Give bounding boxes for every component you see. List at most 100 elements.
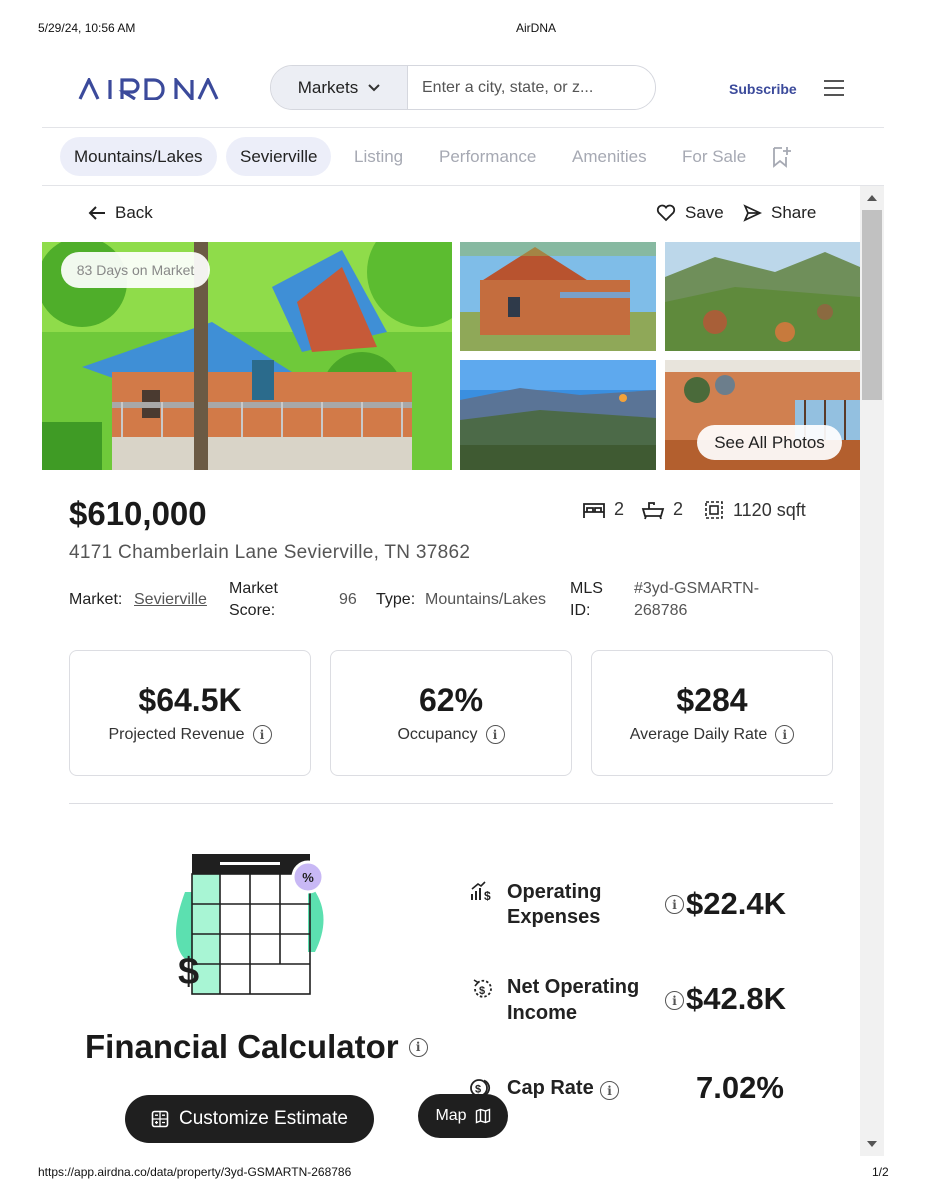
info-icon[interactable]: i — [665, 991, 684, 1010]
expenses-chart-icon: $ — [471, 881, 491, 902]
tab-for-sale[interactable]: For Sale — [682, 137, 746, 176]
market-score-label-line2: Score: — [229, 602, 276, 619]
info-icon[interactable]: i — [665, 895, 684, 914]
mls-value-line2: 268786 — [634, 602, 688, 619]
net-operating-income-label-line1: Net Operating — [507, 976, 640, 998]
bathrooms-count: 2 — [673, 499, 684, 519]
operating-expenses-label-line2: Expenses — [507, 906, 601, 928]
mls-value-line1: #3yd-GSMARTN- — [634, 580, 760, 597]
svg-text:%: % — [302, 870, 314, 885]
info-icon[interactable]: i — [485, 725, 505, 744]
tab-performance[interactable]: Performance — [439, 137, 536, 176]
back-label: Back — [115, 203, 153, 222]
print-title: AirDNA — [516, 21, 557, 35]
market-score-label-line1: Market — [229, 580, 278, 597]
airdna-logo-mark — [78, 78, 219, 100]
divider — [42, 185, 884, 186]
tab-mountains-lakes[interactable]: Mountains/Lakes — [60, 137, 217, 176]
mountain-aerial-photo — [665, 242, 860, 351]
send-icon — [743, 204, 762, 222]
subscribe-link[interactable]: Subscribe — [729, 81, 797, 97]
listing-price: $610,000 — [69, 495, 207, 532]
back-button[interactable]: Back — [88, 203, 153, 223]
financial-calculator-title: Financial Calculator — [85, 1028, 399, 1065]
occupancy-label: Occupancy — [397, 725, 478, 743]
projected-revenue-value: $64.5K — [138, 682, 242, 718]
share-label: Share — [771, 203, 817, 222]
heart-icon — [656, 204, 676, 222]
market-label: Market: — [69, 591, 123, 608]
days-on-market-badge: 83 Days on Market — [61, 252, 210, 288]
tab-listing[interactable]: Listing — [354, 137, 403, 176]
svg-text:$: $ — [479, 985, 485, 997]
market-link[interactable]: Sevierville — [134, 589, 207, 611]
net-operating-income-label-line2: Income — [507, 1002, 578, 1024]
info-icon[interactable]: i — [600, 1081, 619, 1100]
info-icon[interactable]: i — [408, 1037, 428, 1057]
print-page-number: 1/2 — [872, 1165, 889, 1179]
save-label: Save — [685, 203, 724, 222]
info-icon[interactable]: i — [252, 725, 272, 744]
tab-sevierville[interactable]: Sevierville — [226, 137, 332, 176]
bedrooms-count: 2 — [614, 499, 625, 519]
bedrooms: 2 — [582, 499, 624, 520]
thumbnail-2[interactable] — [665, 242, 860, 351]
market-score-value: 96 — [339, 591, 357, 608]
market-type-select[interactable]: Markets — [271, 66, 408, 109]
info-icon[interactable]: i — [775, 725, 795, 744]
map-button[interactable]: Map — [418, 1094, 508, 1138]
type-label: Type: — [376, 591, 416, 608]
hamburger-menu-icon[interactable] — [822, 79, 846, 97]
type-value: Mountains/Lakes — [425, 591, 546, 608]
net-income-icon: $ — [473, 979, 492, 998]
property-address: 4171 Chamberlain Lane Sevierville, TN 37… — [69, 542, 471, 563]
calculator-illustration-icon: % $ — [176, 854, 325, 995]
operating-expenses-label-line1: Operating — [507, 881, 602, 903]
occupancy-value: 62% — [418, 682, 484, 718]
svg-text:$: $ — [484, 889, 491, 902]
save-button[interactable]: Save — [656, 203, 724, 223]
arrow-left-icon — [88, 206, 105, 220]
thumbnail-1[interactable] — [460, 242, 656, 351]
sqft-value: 1120 sqft — [733, 499, 806, 520]
bed-icon — [583, 502, 605, 518]
adr-value: $284 — [676, 682, 748, 718]
cabin-exterior-photo — [460, 242, 656, 351]
mls-label-line1: MLS — [570, 580, 603, 597]
bookmark-add-icon[interactable] — [771, 146, 791, 168]
customize-estimate-button[interactable]: Customize Estimate — [125, 1095, 374, 1143]
cap-rate-value: 7.02% — [696, 1070, 784, 1105]
print-datetime: 5/29/24, 10:56 AM — [38, 21, 136, 35]
search-input[interactable] — [408, 66, 655, 109]
map-label: Map — [435, 1107, 467, 1124]
thumbnail-3[interactable] — [460, 360, 656, 470]
customize-estimate-label: Customize Estimate — [179, 1108, 348, 1129]
chevron-down-icon — [368, 83, 380, 91]
valley-view-photo — [460, 360, 656, 470]
see-all-photos-button[interactable]: See All Photos — [697, 425, 842, 460]
net-operating-income-value: $42.8K — [686, 981, 786, 1016]
projected-revenue-card: $64.5K Projected Revenue i — [69, 650, 311, 776]
share-button[interactable]: Share — [743, 203, 816, 223]
mls-label-line2: ID: — [570, 602, 591, 619]
search-bar: Markets — [270, 65, 656, 110]
cap-rate-label: Cap Rate — [507, 1077, 594, 1099]
airdna-logo[interactable] — [78, 74, 220, 104]
scrollbar-thumb[interactable] — [862, 210, 882, 400]
map-icon — [475, 1108, 490, 1124]
scroll-up-arrow-icon[interactable] — [866, 194, 878, 202]
scroll-down-arrow-icon[interactable] — [866, 1140, 878, 1148]
financial-calculator-heading: Financial Calculator i — [85, 1028, 428, 1066]
occupancy-card: 62% Occupancy i — [330, 650, 572, 776]
divider — [42, 127, 884, 128]
area-icon — [705, 501, 723, 519]
average-daily-rate-card: $284 Average Daily Rate i — [591, 650, 833, 776]
market-select-label: Markets — [297, 77, 359, 97]
svg-text:$: $ — [178, 951, 199, 993]
tab-amenities[interactable]: Amenities — [572, 137, 647, 176]
calculator-icon — [151, 1110, 169, 1128]
bathrooms: 2 — [641, 499, 683, 520]
divider — [69, 803, 833, 804]
projected-revenue-label: Projected Revenue — [108, 725, 245, 743]
square-footage: 1120 sqft — [703, 499, 806, 521]
